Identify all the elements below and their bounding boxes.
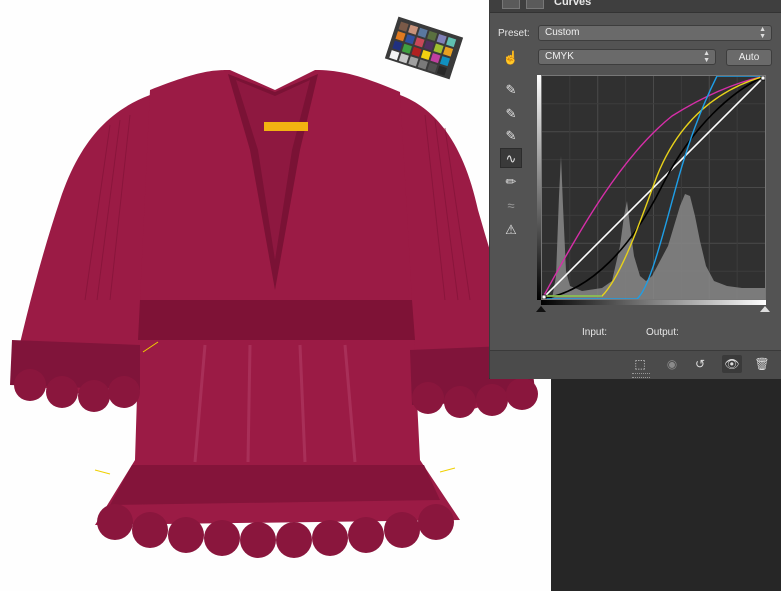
preset-label: Preset: xyxy=(498,28,530,39)
reset-icon[interactable]: ↺ xyxy=(690,355,710,373)
clip-to-layer-icon[interactable]: ⬚ xyxy=(630,355,650,373)
draw-pencil-icon[interactable]: ✏ xyxy=(500,172,522,192)
sample-black-point-icon[interactable]: ✎ xyxy=(500,80,522,100)
edit-points-curve-icon[interactable]: ∿ xyxy=(500,148,522,168)
on-image-adjust-icon[interactable]: ☝ xyxy=(500,48,522,68)
preset-value: Custom xyxy=(545,27,580,38)
adjustment-icon[interactable] xyxy=(502,0,520,9)
sample-white-point-icon[interactable]: ✎ xyxy=(500,126,522,146)
toggle-visibility-icon[interactable]: 👁 xyxy=(722,355,742,373)
channel-select[interactable]: CMYK ▲ ▼ xyxy=(538,49,716,65)
view-previous-state-icon[interactable]: ◉ xyxy=(662,355,682,373)
photo-canvas[interactable] xyxy=(0,0,551,591)
panel-title: Curves xyxy=(554,0,592,8)
clipping-warning-icon[interactable]: ⚠ xyxy=(500,220,522,240)
black-input-slider[interactable] xyxy=(536,306,546,312)
channel-value: CMYK xyxy=(545,51,574,62)
white-input-slider[interactable] xyxy=(760,306,770,312)
garment-label xyxy=(264,122,308,131)
preset-select[interactable]: Custom ▲ ▼ xyxy=(538,25,772,41)
black-point-handle xyxy=(542,294,547,299)
panel-header: Curves xyxy=(490,0,781,13)
delete-icon[interactable]: 🗑 xyxy=(752,355,772,373)
input-gradient-bar xyxy=(541,300,766,305)
resize-grip[interactable] xyxy=(632,373,650,378)
mask-icon[interactable] xyxy=(526,0,544,9)
sample-gray-point-icon[interactable]: ✎ xyxy=(500,104,522,124)
select-arrows-icon: ▲ ▼ xyxy=(759,26,766,40)
white-point-handle xyxy=(760,76,765,81)
input-label: Input: xyxy=(582,327,608,338)
garment-photo xyxy=(10,16,538,558)
curves-properties-panel: Curves Preset: Custom ▲ ▼ ☝ CMYK ▲ ▼ Auto … xyxy=(489,0,781,379)
color-checker xyxy=(384,16,464,80)
output-label: Output: xyxy=(646,327,679,338)
select-arrows-icon: ▲ ▼ xyxy=(703,50,710,64)
auto-button[interactable]: Auto xyxy=(726,49,772,66)
smooth-curve-icon[interactable]: ≈ xyxy=(500,196,522,216)
curves-graph[interactable] xyxy=(541,75,766,300)
